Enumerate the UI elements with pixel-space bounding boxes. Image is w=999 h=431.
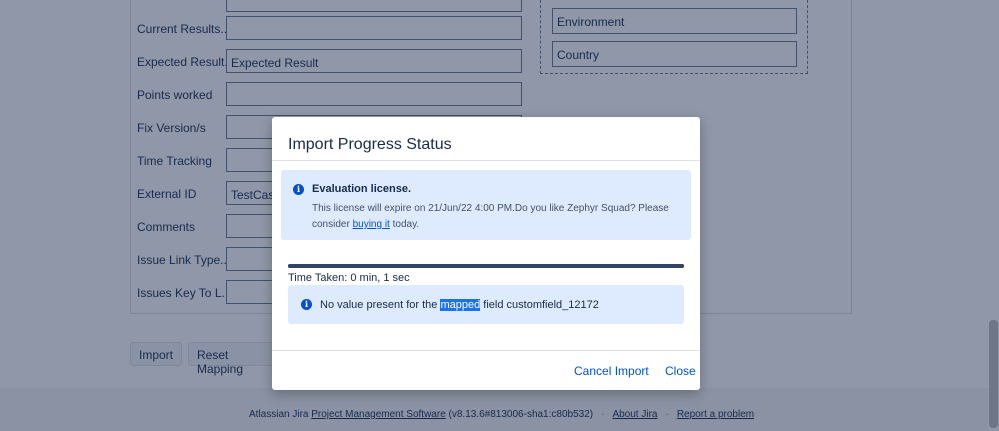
project-management-link[interactable]: Project Management Software [311,409,446,420]
page-footer: Atlassian Jira Project Management Softwa… [0,388,988,431]
dialog-title: Import Progress Status [288,136,452,153]
dialog-header-divider [272,160,700,161]
report-problem-link[interactable]: Report a problem [677,409,754,420]
page-scrollbar[interactable] [988,0,999,431]
import-progress-dialog: Import Progress Status i Evaluation lice… [272,117,700,390]
partial-field-input[interactable] [226,0,522,12]
selected-text: mapped [440,299,481,311]
country-field[interactable]: Country [552,41,797,67]
close-button[interactable]: Close [665,364,696,378]
cancel-import-button[interactable]: Cancel Import [574,364,649,378]
environment-field[interactable]: Environment [552,8,797,34]
reset-mapping-button[interactable]: Reset Mapping [188,342,278,376]
footer-separator: · [665,409,669,420]
import-progress-bar [288,264,684,268]
scrollbar-thumb[interactable] [989,320,998,428]
current-results-input[interactable] [226,16,522,40]
field-label-issues-key: Issues Key To L... [137,286,232,300]
license-title: Evaluation license. [312,183,412,195]
field-label-time-tracking: Time Tracking [137,154,212,168]
field-label-points-worked: Points worked [137,88,213,102]
expected-result-input[interactable]: Expected Result [226,49,522,73]
field-label-comments: Comments [137,220,196,234]
footer-separator: · [601,409,605,420]
message-text: No value present for the [320,299,441,311]
message-text-end: field customfield_12172 [480,299,599,311]
field-label-external-id: External ID [137,187,197,201]
license-message: This license will expire on 21/Jun/22 4:… [312,201,672,233]
license-text-end: today. [389,219,420,230]
import-button[interactable]: Import [130,342,183,366]
field-label-issue-link-type: Issue Link Type... [137,253,231,267]
about-jira-link[interactable]: About Jira [612,409,657,420]
import-message: No value present for the mapped field cu… [320,299,599,311]
field-label-expected-result: Expected Result... [137,55,235,69]
license-info-banner: i Evaluation license. This license will … [281,170,691,240]
field-label-current-results: Current Results... [137,22,231,36]
time-taken-label: Time Taken: 0 min, 1 sec [288,272,410,284]
footer-version: (v8.13.6#813006-sha1:c80b532) [445,409,594,420]
info-icon: i [301,299,312,310]
info-icon: i [293,184,304,195]
field-label-fix-version: Fix Version/s [137,121,206,135]
buying-it-link[interactable]: buying it [353,219,390,230]
progress-bar-fill [288,264,684,268]
footer-prefix: Atlassian Jira [249,409,312,420]
import-message-banner: i No value present for the mapped field … [288,285,684,324]
dialog-footer-divider [272,350,700,351]
points-worked-input[interactable] [226,82,522,106]
